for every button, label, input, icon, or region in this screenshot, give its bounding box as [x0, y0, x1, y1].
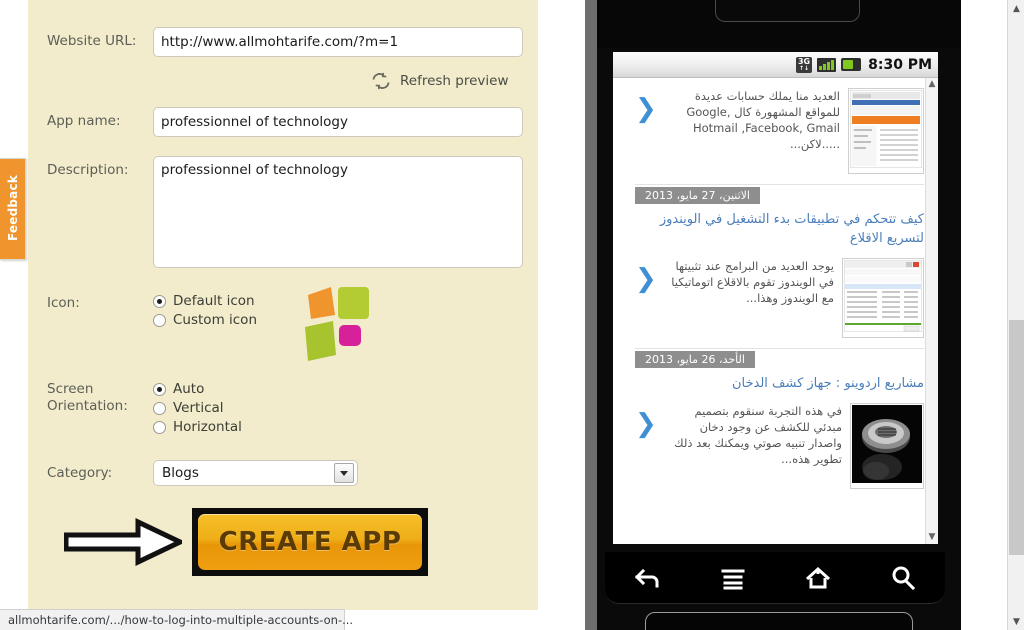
website-url-input[interactable] [153, 27, 523, 57]
create-app-button-face: CREATE APP [198, 514, 422, 570]
phone-earpiece [715, 0, 860, 22]
radio-default-icon-dot[interactable] [153, 294, 166, 308]
browser-scroll-thumb[interactable] [1009, 320, 1024, 555]
article-excerpt: العديد منا يملك حسابات عديدة للمواقع الم… [686, 89, 840, 151]
article-thumbnail [848, 88, 924, 174]
app-icon-preview [305, 283, 377, 361]
icon-row: Icon: Default icon Custom icon [47, 293, 257, 328]
article-item: ❮ يوجد العديد من البرامج عند تثبيتها في … [613, 252, 938, 346]
article-date-row: الأحد، 26 مايو، 2013 [613, 349, 938, 372]
status-clock: 8:30 PM [868, 56, 932, 73]
website-url-row: Website URL: [47, 27, 523, 57]
category-selected-value: Blogs [162, 465, 199, 481]
orientation-label-line1: Screen [47, 381, 94, 397]
create-app-label: CREATE APP [218, 527, 402, 557]
scroll-down-icon[interactable]: ▼ [1008, 613, 1024, 630]
screen-orientation-label: Screen Orientation: [47, 381, 153, 435]
radio-default-icon[interactable]: Default icon [153, 293, 257, 309]
icon-label: Icon: [47, 295, 80, 311]
menu-icon[interactable] [719, 565, 747, 591]
article-body: ❮ في هذه التجربة سنقوم بتصميم مبدئي للكش… [635, 403, 924, 489]
article-title[interactable]: كيف تتحكم في تطبيقات بدء التشغيل في الوي… [613, 208, 938, 252]
chevron-down-icon[interactable] [334, 463, 354, 483]
android-nav-bar [605, 552, 945, 604]
feedback-tab[interactable]: Feedback [0, 158, 26, 260]
radio-auto-dot[interactable] [153, 382, 166, 396]
article-date: الاثنين، 27 مايو، 2013 [635, 187, 760, 204]
article-excerpt: في هذه التجربة سنقوم بتصميم مبدئي للكشف … [674, 404, 842, 466]
page-root: Feedback Website URL: Refresh preview [0, 0, 1024, 630]
article-item: ❮ في هذه التجربة سنقوم بتصميم مبدئي للكش… [613, 397, 938, 497]
orientation-radio-group: Auto Vertical Horizontal [153, 381, 242, 435]
description-label: Description: [47, 162, 129, 178]
article-thumbnail [842, 258, 924, 338]
website-url-label: Website URL: [47, 33, 137, 49]
radio-custom-icon[interactable]: Custom icon [153, 312, 257, 328]
app-creation-form: Website URL: Refresh preview App name: [28, 0, 538, 610]
app-name-label: App name: [47, 113, 121, 129]
article-date-row: الاثنين، 27 مايو، 2013 [613, 185, 938, 208]
chevron-left-icon: ❮ [635, 409, 657, 439]
home-icon[interactable] [803, 565, 833, 591]
search-icon[interactable] [889, 565, 917, 591]
back-icon[interactable] [633, 565, 663, 591]
radio-default-icon-label: Default icon [173, 293, 255, 309]
phone-preview: 3G ↑↓ 8:30 PM ▲ ▼ ❮ العديد منا يملك حساب… [597, 0, 961, 630]
radio-auto[interactable]: Auto [153, 381, 242, 397]
article-body: ❮ يوجد العديد من البرامج عند تثبيتها في … [635, 258, 924, 338]
signal-bars-icon [817, 57, 837, 72]
radio-auto-label: Auto [173, 381, 205, 397]
description-row: Description: professionnel of technology [47, 156, 523, 268]
chevron-left-icon: ❮ [635, 264, 657, 294]
pane-divider [585, 0, 597, 630]
article-item: ❮ العديد منا يملك حسابات عديدة للمواقع ا… [613, 82, 938, 182]
category-select[interactable]: Blogs [153, 460, 358, 486]
radio-horizontal-dot[interactable] [153, 420, 166, 434]
article-thumbnail [850, 403, 924, 489]
preview-webview[interactable]: ▲ ▼ ❮ العديد منا يملك حسابات عديدة للموا… [613, 78, 938, 544]
status-bar-text: allmohtarife.com/.../how-to-log-into-mul… [8, 613, 354, 627]
browser-scrollbar[interactable]: ▲ ▼ [1007, 0, 1024, 630]
scroll-down-icon[interactable]: ▼ [929, 533, 936, 542]
refresh-icon [368, 68, 394, 94]
refresh-preview-button[interactable]: Refresh preview [368, 68, 509, 94]
screen-orientation-row: Screen Orientation: Auto Vertical Horizo… [47, 381, 242, 435]
radio-custom-icon-dot[interactable] [153, 313, 166, 327]
article-date: الأحد، 26 مايو، 2013 [635, 351, 755, 368]
radio-horizontal-label: Horizontal [173, 419, 242, 435]
scroll-up-icon[interactable]: ▲ [1008, 0, 1024, 17]
category-label: Category: [47, 464, 113, 481]
app-name-row: App name: [47, 107, 523, 137]
icon-radio-group: Default icon Custom icon [153, 293, 257, 328]
scroll-up-icon[interactable]: ▲ [929, 80, 936, 89]
chevron-left-icon: ❮ [635, 94, 657, 124]
orientation-label-line2: Orientation: [47, 398, 128, 414]
webview-scrollbar[interactable]: ▲ ▼ [925, 78, 938, 544]
description-textarea[interactable]: professionnel of technology [153, 156, 523, 268]
phone-bottom-panel [645, 612, 913, 630]
article-body: ❮ العديد منا يملك حسابات عديدة للمواقع ا… [635, 88, 924, 174]
radio-custom-icon-label: Custom icon [173, 312, 257, 328]
android-status-bar: 3G ↑↓ 8:30 PM [613, 52, 938, 78]
article-title[interactable]: مشاريع اردوينو : جهاز كشف الدخان [613, 372, 938, 397]
radio-vertical-label: Vertical [173, 400, 224, 416]
battery-icon [841, 58, 862, 71]
app-name-input[interactable] [153, 107, 523, 137]
category-row: Category: Blogs [47, 460, 358, 486]
annotation-arrow-icon [63, 518, 186, 566]
article-excerpt: يوجد العديد من البرامج عند تثبيتها في ال… [671, 259, 834, 305]
network-3g-icon: 3G ↑↓ [795, 56, 813, 73]
refresh-preview-label: Refresh preview [400, 73, 509, 89]
phone-screen: 3G ↑↓ 8:30 PM ▲ ▼ ❮ العديد منا يملك حساب… [613, 52, 938, 544]
feedback-label: Feedback [5, 175, 20, 241]
radio-vertical[interactable]: Vertical [153, 400, 242, 416]
radio-vertical-dot[interactable] [153, 401, 166, 415]
radio-horizontal[interactable]: Horizontal [153, 419, 242, 435]
create-app-button[interactable]: CREATE APP [192, 508, 428, 576]
browser-status-bar: allmohtarife.com/.../how-to-log-into-mul… [0, 609, 353, 630]
